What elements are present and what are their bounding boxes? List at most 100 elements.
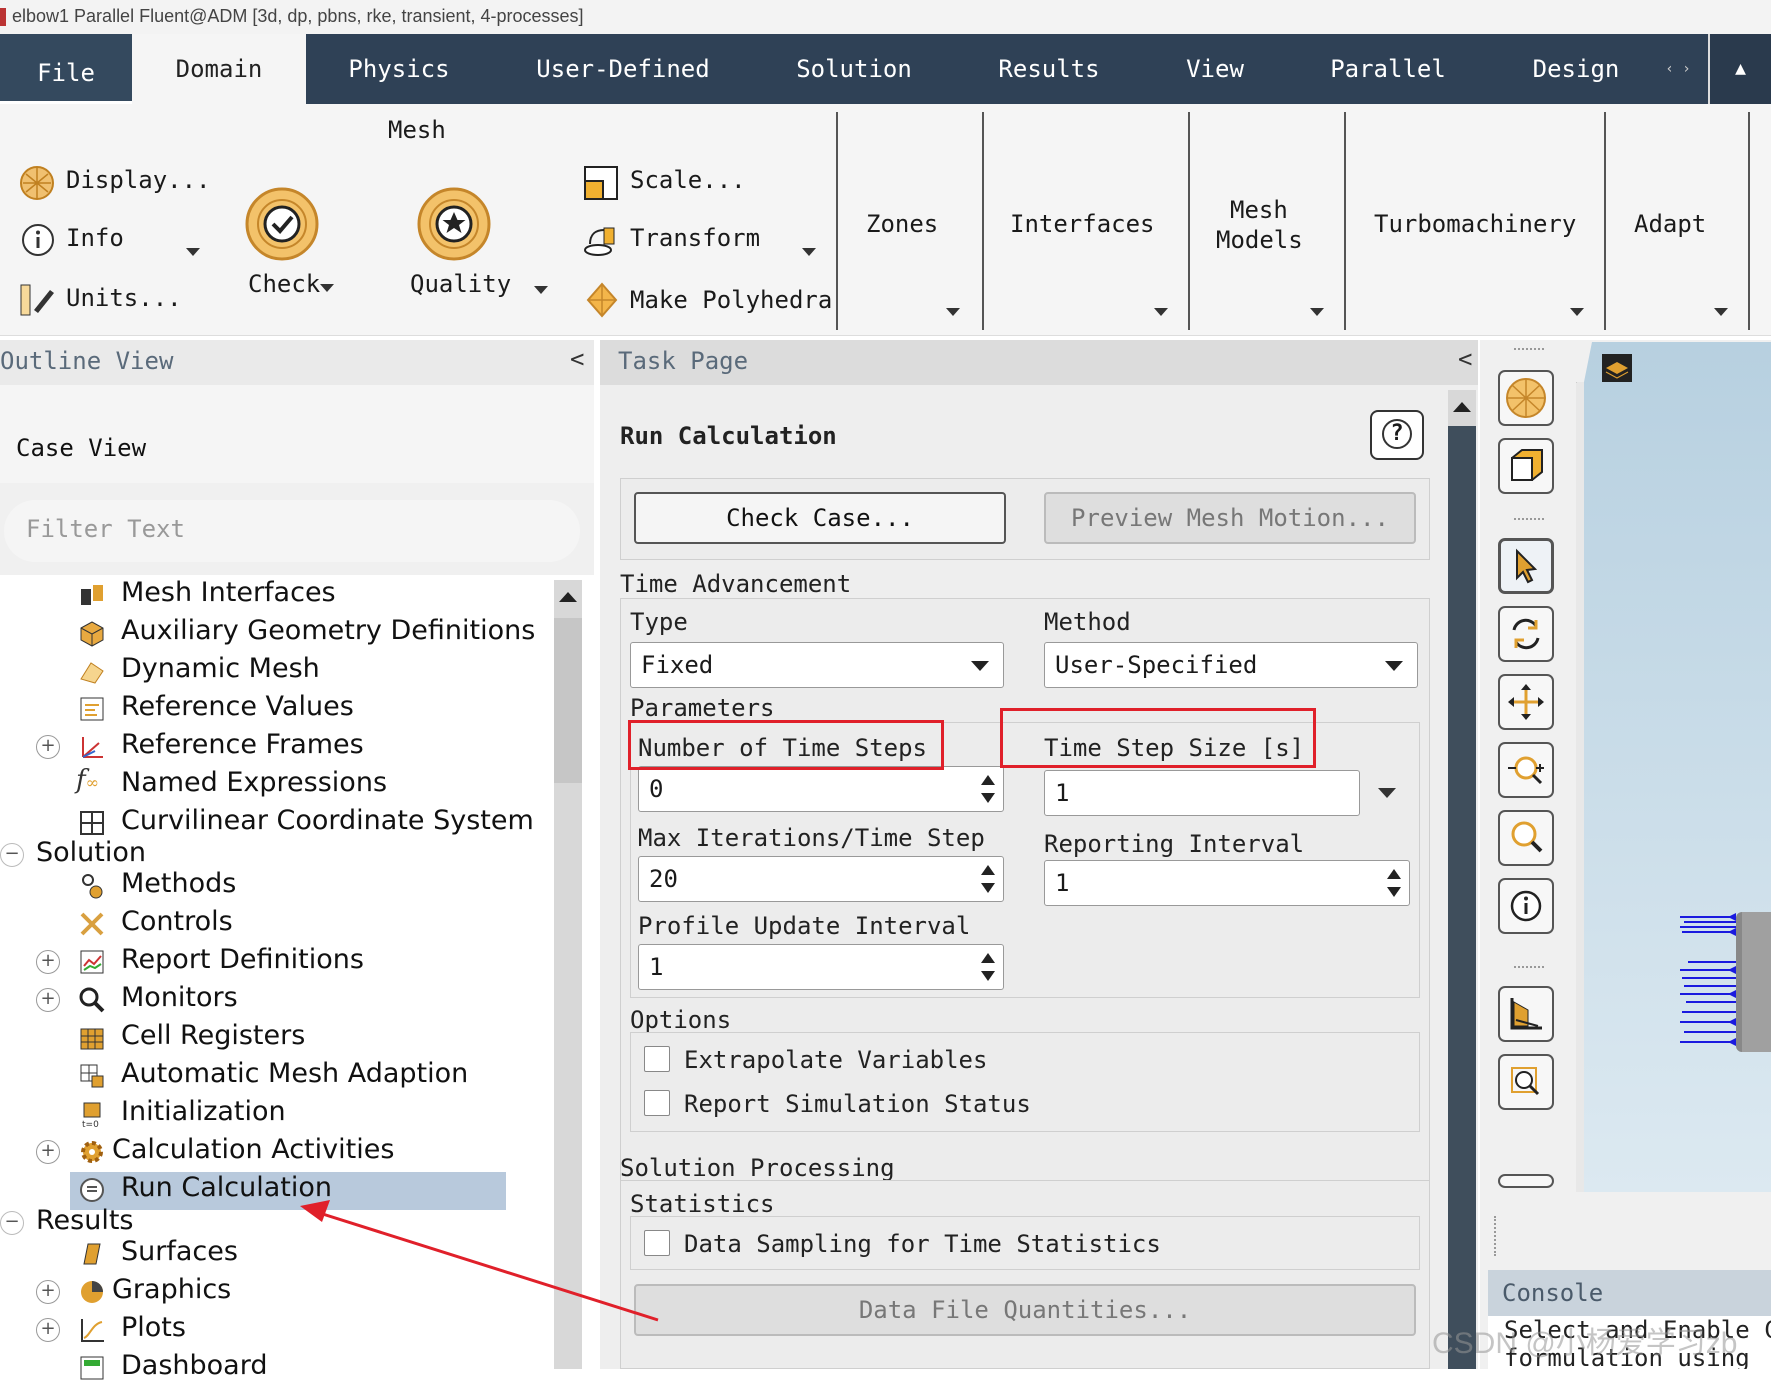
info-icon bbox=[22, 224, 54, 256]
statistics-heading: Statistics bbox=[630, 1190, 775, 1218]
tree-item-automatic-mesh-adaption[interactable]: Automatic Mesh Adaption bbox=[0, 1058, 560, 1096]
time-step-size-input[interactable]: 1 bbox=[1044, 770, 1360, 816]
preview-mesh-motion-button[interactable]: Preview Mesh Motion... bbox=[1044, 492, 1416, 544]
tree-item-mesh-interfaces[interactable]: Mesh Interfaces bbox=[0, 577, 560, 615]
expand-icon[interactable]: + bbox=[36, 1140, 60, 1164]
tab-file[interactable]: File bbox=[0, 34, 132, 104]
data-sampling-checkbox[interactable] bbox=[644, 1230, 670, 1256]
tree-item-reference-frames[interactable]: + Reference Frames bbox=[0, 729, 560, 767]
quality-dropdown-icon[interactable] bbox=[534, 286, 548, 294]
collapse-icon[interactable]: − bbox=[0, 843, 24, 867]
mesh-display-tool-button[interactable] bbox=[1498, 370, 1554, 426]
tab-domain[interactable]: Domain bbox=[132, 34, 306, 105]
scroll-up-button[interactable] bbox=[1448, 390, 1476, 426]
collapse-icon[interactable]: − bbox=[0, 1211, 24, 1235]
task-collapse-button[interactable]: < bbox=[1458, 345, 1472, 373]
data-file-quantities-button[interactable]: Data File Quantities... bbox=[634, 1284, 1416, 1336]
type-dropdown[interactable]: Fixed bbox=[630, 642, 1004, 688]
extrapolate-variables-checkbox[interactable] bbox=[644, 1046, 670, 1072]
pan-tool-button[interactable] bbox=[1498, 674, 1554, 730]
graphics-viewport[interactable] bbox=[1575, 341, 1771, 1192]
ribbon-separator bbox=[1344, 112, 1346, 330]
task-page-scrollbar[interactable] bbox=[1448, 390, 1476, 1369]
scrollbar-thumb[interactable] bbox=[554, 618, 582, 783]
expand-icon[interactable]: + bbox=[36, 735, 60, 759]
tab-solution[interactable]: Solution bbox=[754, 34, 954, 104]
method-label: Method bbox=[1044, 608, 1131, 636]
tree-item-calculation-activities[interactable]: + Calculation Activities bbox=[0, 1134, 560, 1172]
transform-label: Transform bbox=[630, 224, 761, 252]
tree-item-label: Mesh Interfaces bbox=[121, 577, 336, 608]
tree-item-named-expressions[interactable]: f∞ Named Expressions bbox=[0, 765, 560, 805]
tree-item-plots[interactable]: + Plots bbox=[0, 1312, 560, 1350]
tree-item-surfaces[interactable]: Surfaces bbox=[0, 1236, 560, 1274]
interfaces-dropdown-icon[interactable] bbox=[1154, 308, 1168, 316]
spinner-icon[interactable] bbox=[979, 771, 997, 807]
filter-text-input[interactable]: Filter Text bbox=[4, 500, 580, 562]
expand-icon[interactable]: + bbox=[36, 1318, 60, 1342]
tree-item-controls[interactable]: Controls bbox=[0, 906, 560, 944]
type-label: Type bbox=[630, 608, 688, 636]
tab-physics-label: Physics bbox=[348, 55, 450, 83]
expand-icon[interactable]: + bbox=[36, 950, 60, 974]
tab-user-defined[interactable]: User-Defined bbox=[492, 34, 754, 104]
spinner-icon[interactable] bbox=[1385, 865, 1403, 901]
toolbar-grip bbox=[1514, 518, 1544, 522]
scale-icon bbox=[584, 166, 618, 200]
toolbar-overflow-button[interactable] bbox=[1498, 1174, 1554, 1188]
profile-update-interval-input[interactable]: 1 bbox=[638, 944, 1004, 990]
transform-dropdown-icon[interactable] bbox=[802, 248, 816, 256]
probe-info-tool-button[interactable] bbox=[1498, 878, 1554, 934]
collapse-ribbon-button[interactable]: ▲ bbox=[1708, 34, 1771, 104]
tree-item-auxiliary-geometry[interactable]: Auxiliary Geometry Definitions bbox=[0, 615, 560, 653]
tab-design[interactable]: Design bbox=[1490, 34, 1662, 104]
tree-item-cell-registers[interactable]: Cell Registers bbox=[0, 1020, 560, 1058]
adapt-dropdown-icon[interactable] bbox=[1714, 308, 1728, 316]
tab-physics[interactable]: Physics bbox=[306, 34, 492, 104]
time-step-size-dropdown-icon[interactable] bbox=[1378, 788, 1396, 798]
tree-item-graphics[interactable]: + Graphics bbox=[0, 1274, 560, 1312]
spinner-icon[interactable] bbox=[979, 861, 997, 897]
reporting-interval-input[interactable]: 1 bbox=[1044, 860, 1410, 906]
tree-item-report-definitions[interactable]: + Report Definitions bbox=[0, 944, 560, 982]
check-dropdown-icon[interactable] bbox=[320, 284, 334, 292]
zoom-box-tool-button[interactable] bbox=[1498, 810, 1554, 866]
method-dropdown[interactable]: User-Specified bbox=[1044, 642, 1418, 688]
select-tool-button[interactable] bbox=[1498, 538, 1554, 594]
help-button[interactable]: ? bbox=[1370, 410, 1424, 460]
tab-view[interactable]: View bbox=[1144, 34, 1286, 104]
tree-item-initialization[interactable]: t=0 Initialization bbox=[0, 1096, 560, 1134]
expand-icon[interactable]: + bbox=[36, 988, 60, 1012]
mesh-models-label-line2: Models bbox=[1216, 226, 1303, 254]
tree-item-methods[interactable]: Methods bbox=[0, 868, 560, 906]
expand-icon[interactable]: + bbox=[36, 1280, 60, 1304]
info-dropdown-icon[interactable] bbox=[186, 248, 200, 256]
rotate-tool-button[interactable] bbox=[1498, 606, 1554, 662]
zoom-fit-tool-button[interactable] bbox=[1498, 1054, 1554, 1110]
mesh-models-dropdown-icon[interactable] bbox=[1310, 308, 1324, 316]
report-simulation-status-checkbox[interactable] bbox=[644, 1090, 670, 1116]
tab-parallel[interactable]: Parallel bbox=[1286, 34, 1490, 104]
tree-item-label: Results bbox=[36, 1205, 134, 1236]
tree-item-label: Graphics bbox=[112, 1274, 232, 1305]
reporting-interval-value: 1 bbox=[1055, 869, 1070, 897]
view-orientation-tool-button[interactable] bbox=[1498, 986, 1554, 1042]
tab-results[interactable]: Results bbox=[954, 34, 1144, 104]
tree-item-dynamic-mesh[interactable]: Dynamic Mesh bbox=[0, 653, 560, 691]
outline-scrollbar[interactable] bbox=[554, 580, 582, 1369]
scroll-up-icon[interactable] bbox=[559, 592, 577, 602]
annotation-highlight-box bbox=[1000, 708, 1316, 768]
turbomachinery-dropdown-icon[interactable] bbox=[1570, 308, 1584, 316]
tree-item-monitors[interactable]: + Monitors bbox=[0, 982, 560, 1020]
tab-scroll-arrows[interactable]: ‹ › bbox=[1648, 34, 1708, 104]
zones-dropdown-icon[interactable] bbox=[946, 308, 960, 316]
zoom-in-out-tool-button[interactable] bbox=[1498, 742, 1554, 798]
tree-item-reference-values[interactable]: Reference Values bbox=[0, 691, 560, 729]
number-of-time-steps-input[interactable]: 0 bbox=[638, 766, 1004, 812]
outline-collapse-button[interactable]: < bbox=[570, 345, 584, 373]
fit-to-window-tool-button[interactable] bbox=[1498, 438, 1554, 494]
max-iterations-input[interactable]: 20 bbox=[638, 856, 1004, 902]
spinner-icon[interactable] bbox=[979, 949, 997, 985]
tree-item-dashboard[interactable]: Dashboard bbox=[0, 1350, 560, 1388]
check-case-button[interactable]: Check Case... bbox=[634, 492, 1006, 544]
